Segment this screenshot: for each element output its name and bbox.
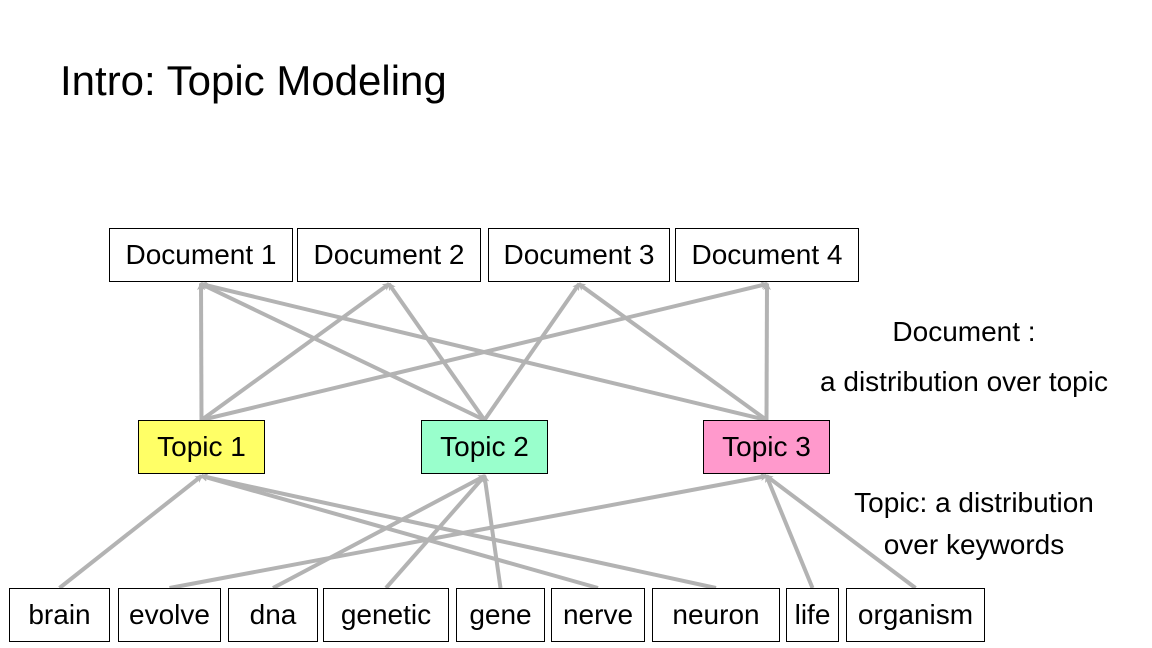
- topic-note-line-1: Topic: a distribution: [854, 487, 1094, 518]
- word-label: dna: [249, 599, 297, 630]
- document-node-3: Document 3: [488, 228, 670, 282]
- edge-t3-to-d3: [577, 282, 768, 422]
- edge-gene-to-t2: [481, 474, 503, 589]
- document-node-4: Document 4: [675, 228, 859, 282]
- topic-label: Topic 2: [440, 431, 529, 462]
- edge-t2-to-d2: [387, 282, 487, 422]
- word-label: genetic: [340, 599, 432, 630]
- word-label: brain: [28, 599, 91, 630]
- topic-label: Topic 3: [722, 431, 811, 462]
- word-node-life: life: [786, 588, 839, 642]
- word-node-brain: brain: [9, 588, 110, 642]
- word-label: organism: [857, 599, 974, 630]
- word-label: nerve: [562, 599, 634, 630]
- document-label: Document 1: [125, 239, 277, 270]
- edge-t2-to-d3: [482, 282, 581, 422]
- word-node-evolve: evolve: [118, 588, 221, 642]
- edge-t2-to-d1: [199, 282, 486, 422]
- word-label: life: [794, 599, 831, 630]
- topic-node-1: Topic 1: [138, 420, 265, 474]
- document-node-2: Document 2: [297, 228, 481, 282]
- word-label: gene: [469, 599, 532, 630]
- document-note-line-1: Document :: [892, 316, 1036, 347]
- word-node-gene: gene: [456, 588, 545, 642]
- edge-brain-to-t1: [58, 474, 204, 590]
- edge-t1-to-d1: [197, 282, 206, 421]
- word-label: neuron: [672, 599, 760, 630]
- word-node-dna: dna: [228, 588, 318, 642]
- edge-t1-to-d2: [200, 282, 391, 422]
- word-label: evolve: [129, 599, 210, 630]
- document-label: Document 4: [691, 239, 843, 270]
- document-label: Document 3: [503, 239, 655, 270]
- topic-node-2: Topic 2: [421, 420, 548, 474]
- edge-t3-to-d4: [762, 282, 771, 421]
- word-node-nerve: nerve: [551, 588, 645, 642]
- word-node-organism: organism: [846, 588, 985, 642]
- document-label: Document 2: [313, 239, 465, 270]
- topic-label: Topic 1: [157, 431, 246, 462]
- topic-definition-note: Topic: a distribution over keywords: [812, 482, 1136, 566]
- document-node-1: Document 1: [109, 228, 293, 282]
- document-definition-note: Document : a distribution over topic: [770, 312, 1152, 402]
- word-node-neuron: neuron: [652, 588, 780, 642]
- topic-node-3: Topic 3: [703, 420, 830, 474]
- topic-note-line-2: over keywords: [883, 529, 1065, 560]
- word-node-genetic: genetic: [323, 588, 449, 642]
- document-note-line-2: a distribution over topic: [820, 366, 1108, 397]
